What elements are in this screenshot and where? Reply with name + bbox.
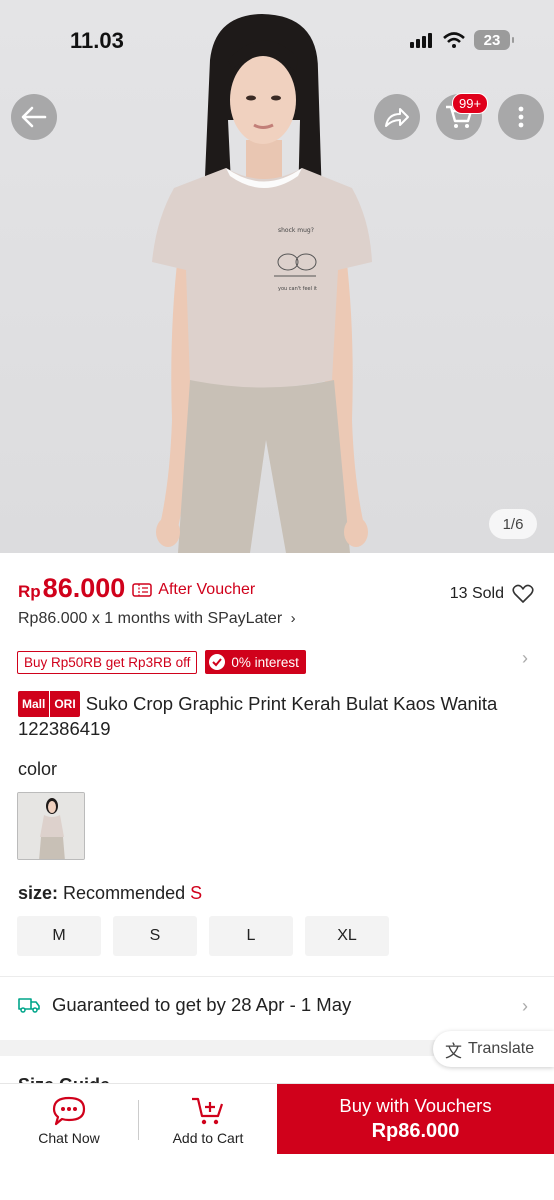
status-time: 11.03 <box>70 28 124 53</box>
promo-tag: Buy Rp50RB get Rp3RB off <box>17 650 198 674</box>
price-row: Rp 86.000 After Voucher <box>18 573 255 604</box>
battery-indicator: 23 <box>474 30 514 50</box>
voucher-icon <box>132 583 153 597</box>
size-option-xl[interactable]: XL <box>305 916 389 956</box>
translate-button[interactable]: 文 Translate <box>433 1031 554 1067</box>
more-options-button[interactable] <box>498 94 544 140</box>
size-option-s[interactable]: S <box>113 916 197 956</box>
share-icon <box>385 108 409 127</box>
color-swatch-thumbnail <box>18 793 84 859</box>
svg-text:shock mug?: shock mug? <box>278 227 314 234</box>
price: 86.000 <box>42 573 126 603</box>
heart-icon[interactable] <box>512 584 534 604</box>
color-label: color <box>18 759 58 779</box>
buy-with-vouchers-button[interactable]: Buy with Vouchers Rp86.000 <box>277 1084 554 1154</box>
divider <box>0 976 554 977</box>
translate-icon: 文 <box>445 1041 462 1061</box>
product-title: Mall ORI Suko Crop Graphic Print Kerah Bul… <box>18 691 498 739</box>
chat-icon <box>52 1096 86 1126</box>
size-option-l[interactable]: L <box>209 916 293 956</box>
chat-now-button[interactable]: Chat Now <box>0 1084 138 1154</box>
signal-icon <box>410 33 432 48</box>
after-voucher-label: After Voucher <box>132 581 255 599</box>
size-label: size: Recommended S <box>18 883 203 903</box>
product-image-gallery[interactable]: shock mug? you can't feel it 11.03 23 99… <box>0 0 554 553</box>
chevron-right-icon[interactable]: › <box>522 648 528 669</box>
color-swatch[interactable] <box>17 792 85 860</box>
svg-text:you can't feel it: you can't feel it <box>278 286 317 292</box>
bottom-action-bar: Chat Now Add to Cart Buy with Vouchers R… <box>0 1083 554 1200</box>
shipping-guarantee[interactable]: Guaranteed to get by 28 Apr - 1 May <box>18 994 351 1016</box>
back-button[interactable] <box>11 94 57 140</box>
mall-ori-badge: Mall ORI <box>18 691 80 717</box>
wifi-icon <box>443 32 465 48</box>
image-counter: 1/6 <box>489 509 537 539</box>
arrow-left-icon <box>21 106 47 128</box>
currency: Rp <box>18 582 41 601</box>
check-badge-icon <box>209 654 226 670</box>
cart-count-badge: 99+ <box>452 93 489 114</box>
share-button[interactable] <box>374 94 420 140</box>
size-option-m[interactable]: M <box>17 916 101 956</box>
add-cart-icon <box>192 1097 224 1125</box>
chevron-right-icon[interactable]: › <box>522 996 528 1017</box>
product-photo: shock mug? you can't feel it <box>152 14 372 553</box>
spaylater-link[interactable]: Rp86.000 x 1 months with SPayLater › <box>18 610 296 628</box>
interest-tag: 0% interest <box>205 650 306 674</box>
promo-row[interactable]: Buy Rp50RB get Rp3RB off 0% interest <box>17 650 306 674</box>
chevron-right-icon: › <box>290 610 296 627</box>
size-options: M S L XL <box>17 916 389 956</box>
add-to-cart-button[interactable]: Add to Cart <box>139 1084 277 1154</box>
more-vertical-icon <box>518 106 524 128</box>
status-icons: 23 <box>410 30 514 50</box>
sold-count: 13 Sold <box>450 584 534 604</box>
truck-icon <box>18 998 40 1013</box>
